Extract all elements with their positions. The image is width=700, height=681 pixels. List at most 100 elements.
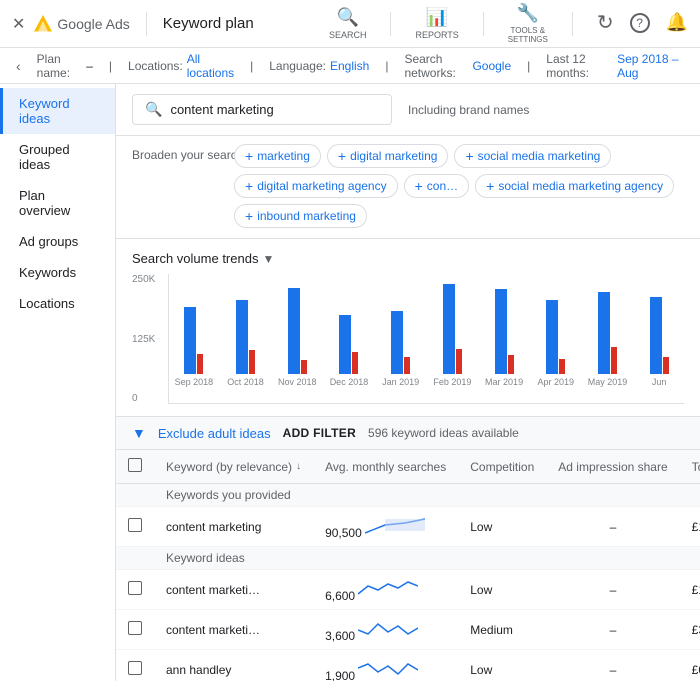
locations-item: Locations: All locations — [128, 52, 234, 80]
section-provided: Keywords you provided — [116, 484, 700, 507]
tools-icon-btn[interactable]: 🔧 TOOLS &SETTINGS — [508, 3, 548, 44]
bar-red — [197, 354, 203, 374]
page-title: Keyword plan — [163, 15, 254, 32]
chart-dropdown-icon[interactable]: ▼ — [262, 252, 274, 266]
networks-label: Search networks: — [404, 52, 468, 80]
bar-blue — [288, 288, 300, 374]
chart-title-row: Search volume trends ▼ — [132, 251, 684, 266]
sidebar-label-locations: Locations — [19, 296, 75, 311]
chip-digital-marketing[interactable]: +digital marketing — [327, 144, 449, 168]
cell-bid-low: £3.50 — [680, 610, 700, 650]
cell-competition: Low — [458, 650, 546, 681]
help-symbol: ? — [630, 13, 650, 33]
bar-group: May 2019 — [583, 274, 633, 387]
bar-red — [352, 352, 358, 374]
sidebar-item-ad-groups[interactable]: Ad groups — [0, 226, 115, 257]
bar-blue — [184, 307, 196, 374]
bar-red — [249, 350, 255, 374]
broaden-label: Broaden your search: — [132, 144, 222, 162]
chip-social-media-marketing[interactable]: +social media marketing — [454, 144, 611, 168]
sub-header: ‹ Plan name: – | Locations: All location… — [0, 48, 700, 84]
chip-social-media-agency[interactable]: +social media marketing agency — [475, 174, 674, 198]
search-icon-btn[interactable]: 🔍 SEARCH — [329, 7, 367, 40]
nav-back-arrow[interactable]: ‹ — [16, 58, 21, 74]
bar-label: Nov 2018 — [278, 377, 317, 387]
table-row-idea: ann handley 1,900 Low – £0.72 £1.21 — [116, 650, 700, 681]
close-icon[interactable]: ✕ — [12, 14, 25, 34]
th-impression: Ad impression share — [546, 450, 679, 484]
reports-label: REPORTS — [415, 30, 458, 40]
search-symbol: 🔍 — [336, 7, 358, 28]
sidebar-item-grouped-ideas[interactable]: Grouped ideas — [0, 134, 115, 180]
broaden-chips: +marketing +digital marketing +social me… — [234, 144, 684, 228]
bar-label: Oct 2018 — [227, 377, 264, 387]
cell-keyword: ann handley — [154, 650, 313, 681]
sidebar-item-locations[interactable]: Locations — [0, 288, 115, 319]
bar-group: Sep 2018 — [169, 274, 219, 387]
bar-red — [404, 357, 410, 374]
chip-digital-marketing-agency[interactable]: +digital marketing agency — [234, 174, 398, 198]
y-label-top: 250K — [132, 274, 168, 285]
search-box[interactable]: 🔍 content marketing — [132, 94, 392, 125]
bar-label: Dec 2018 — [330, 377, 369, 387]
sidebar-label-keyword-ideas: Keyword ideas — [19, 96, 70, 126]
bar-label: Apr 2019 — [538, 377, 575, 387]
sidebar: Keyword ideas Grouped ideas Plan overvie… — [0, 84, 116, 681]
row-checkbox[interactable] — [128, 661, 142, 675]
networks-value[interactable]: Google — [472, 59, 511, 73]
bar-blue — [443, 284, 455, 374]
cell-impression: – — [546, 610, 679, 650]
notifications-icon-btn[interactable]: 🔔 — [666, 12, 688, 35]
bar-pair — [428, 284, 478, 374]
search-input[interactable]: content marketing — [170, 102, 273, 117]
exclude-adult-link[interactable]: Exclude adult ideas — [158, 426, 271, 441]
bar-pair — [272, 288, 322, 374]
row-checkbox[interactable] — [128, 621, 142, 635]
bar-blue — [650, 297, 662, 374]
table-row-idea: content marketi… 6,600 Low – £1.58 £15.5… — [116, 570, 700, 610]
bar-pair — [376, 311, 426, 374]
chip-con[interactable]: +con… — [404, 174, 470, 198]
bar-group: Dec 2018 — [324, 274, 374, 387]
th-keyword[interactable]: Keyword (by relevance) ↓ — [154, 450, 313, 484]
icons-divider2 — [483, 12, 484, 36]
th-keyword-label: Keyword (by relevance) — [166, 460, 292, 474]
sidebar-label-keywords: Keywords — [19, 265, 76, 280]
including-brand-label: Including brand names — [408, 103, 529, 117]
chip-marketing[interactable]: +marketing — [234, 144, 321, 168]
select-all-checkbox[interactable] — [128, 458, 142, 472]
locations-value[interactable]: All locations — [187, 52, 234, 80]
help-icon-btn[interactable]: ? — [630, 13, 650, 35]
language-label: Language: — [269, 59, 326, 73]
broaden-area: Broaden your search: +marketing +digital… — [116, 136, 700, 239]
language-value[interactable]: English — [330, 59, 369, 73]
date-value[interactable]: Sep 2018 – Aug — [617, 52, 684, 80]
content-area: 🔍 content marketing Including brand name… — [116, 84, 700, 681]
refresh-icon-btn[interactable]: ↻ — [597, 10, 614, 37]
sidebar-item-keywords[interactable]: Keywords — [0, 257, 115, 288]
plan-name-value: – — [86, 59, 93, 73]
cell-searches: 90,500 — [313, 507, 458, 547]
chip-inbound-marketing[interactable]: +inbound marketing — [234, 204, 367, 228]
search-area: 🔍 content marketing Including brand name… — [116, 84, 700, 136]
search-label: SEARCH — [329, 30, 367, 40]
sidebar-label-plan-overview: Plan overview — [19, 188, 70, 218]
sidebar-item-keyword-ideas[interactable]: Keyword ideas — [0, 88, 115, 134]
sidebar-item-plan-overview[interactable]: Plan overview — [0, 180, 115, 226]
cell-impression: – — [546, 507, 679, 547]
th-checkbox[interactable] — [116, 450, 154, 484]
cell-searches: 6,600 — [313, 570, 458, 610]
row-checkbox[interactable] — [128, 581, 142, 595]
sort-icon: ↓ — [296, 461, 301, 472]
row-checkbox[interactable] — [128, 518, 142, 532]
add-filter-button[interactable]: ADD FILTER — [283, 426, 356, 440]
tools-label: TOOLS &SETTINGS — [508, 26, 548, 44]
filter-row: ▼ Exclude adult ideas ADD FILTER 596 key… — [116, 417, 700, 450]
chart-container: 250K 125K 0 Sep 2018 Oct 2018 Nov 2018 Dec … — [132, 274, 684, 404]
logo-icon — [33, 14, 53, 34]
cell-keyword: content marketi… — [154, 570, 313, 610]
reports-icon-btn[interactable]: 📊 REPORTS — [415, 7, 458, 40]
chart-y-labels: 250K 125K 0 — [132, 274, 168, 404]
cell-bid-low: £1.08 — [680, 507, 700, 547]
cell-impression: – — [546, 650, 679, 681]
